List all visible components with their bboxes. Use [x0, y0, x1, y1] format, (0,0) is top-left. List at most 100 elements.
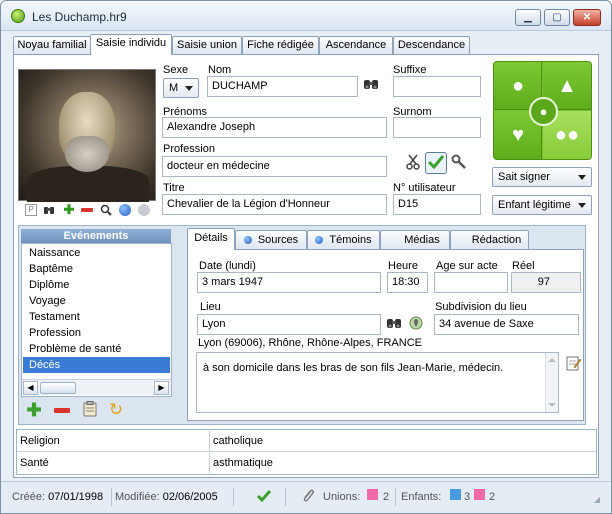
divider — [395, 488, 396, 506]
chevron-down-icon — [578, 203, 586, 208]
wrench-icon[interactable] — [450, 154, 468, 172]
tab-ascendance[interactable]: Ascendance — [319, 36, 393, 54]
tab-details[interactable]: Détails — [187, 228, 235, 250]
tab-redaction-label: Rédaction — [471, 234, 522, 246]
sexe-select[interactable]: M — [163, 78, 199, 98]
profession-label: Profession — [163, 143, 215, 155]
titre-label: Titre — [163, 182, 185, 194]
list-item[interactable]: Voyage — [23, 293, 170, 309]
remove-event-icon[interactable] — [53, 401, 71, 419]
filiation-select[interactable]: Enfant légitime — [492, 195, 592, 215]
date-label: Date (lundi) — [199, 260, 256, 272]
validate-check-icon[interactable] — [425, 152, 447, 174]
list-item[interactable]: Problème de santé — [23, 341, 170, 357]
edit-note-icon[interactable] — [564, 355, 582, 373]
tab-sources[interactable]: Sources — [235, 230, 307, 249]
reel-value: 97 — [511, 272, 581, 293]
app-leaf-icon — [11, 9, 25, 23]
attribute-key: Santé — [20, 453, 210, 473]
enfants-count: Enfants: — [401, 491, 441, 503]
subdivision-field[interactable]: 34 avenue de Saxe — [434, 314, 579, 335]
enfants-boys-value: 3 — [464, 491, 471, 503]
temoins-dot-icon — [315, 236, 324, 244]
validated-check-icon[interactable] — [255, 488, 273, 506]
disabled-photo-icon — [138, 204, 150, 216]
paperclip-icon[interactable] — [299, 488, 317, 506]
scroll-thumb[interactable] — [40, 382, 76, 394]
tab-medias-label: Médias — [404, 234, 440, 246]
close-button[interactable]: ✕ — [573, 9, 601, 26]
female-square-icon — [474, 489, 485, 500]
age-field[interactable] — [434, 272, 508, 293]
titre-field[interactable]: Chevalier de la Légion d'Honneur — [162, 194, 387, 215]
age-label: Age sur acte — [436, 260, 498, 272]
tab-temoins[interactable]: Témoins — [307, 230, 380, 249]
remove-photo-icon[interactable] — [81, 204, 93, 216]
events-title: Evénements — [21, 229, 171, 243]
tab-medias[interactable]: Médias — [380, 230, 450, 249]
events-list[interactable]: Naissance Baptême Diplôme Voyage Testame… — [21, 243, 172, 397]
suffixe-field[interactable] — [393, 76, 481, 97]
tab-fiche-redigee[interactable]: Fiche rédigée — [242, 36, 319, 54]
minimize-button[interactable]: ▁ — [515, 9, 541, 26]
scroll-down-icon[interactable] — [548, 403, 556, 407]
table-row[interactable]: Santé asthmatique — [17, 452, 596, 474]
date-field[interactable]: 3 mars 1947 — [197, 272, 381, 293]
signature-select[interactable]: Sait signer — [492, 167, 592, 187]
tab-sources-label: Sources — [257, 234, 299, 246]
refresh-icon[interactable]: ↻ — [107, 401, 125, 419]
scroll-right-icon[interactable]: ▶ — [154, 381, 169, 395]
event-note-textarea[interactable]: à son domicile dans les bras de son fils… — [196, 352, 559, 413]
scroll-left-icon[interactable]: ◀ — [23, 381, 38, 395]
add-event-icon[interactable]: ✚ — [25, 401, 43, 419]
surnom-field[interactable] — [393, 117, 481, 138]
list-item[interactable]: Diplôme — [23, 277, 170, 293]
profession-field[interactable]: docteur en médecine — [162, 156, 387, 177]
created-value: 07/01/1998 — [48, 491, 104, 503]
window-title: Les Duchamp.hr9 — [32, 10, 127, 24]
maximize-button[interactable]: ▢ — [544, 9, 570, 26]
female-square-icon — [367, 489, 378, 500]
nom-field[interactable]: DUCHAMP — [207, 76, 358, 97]
heure-field[interactable]: 18:30 — [387, 272, 428, 293]
scroll-up-icon[interactable] — [548, 358, 556, 362]
n-utilisateur-field[interactable]: D15 — [393, 194, 481, 215]
lieu-field[interactable]: Lyon — [197, 314, 381, 335]
scissors-icon[interactable] — [404, 154, 422, 172]
list-item[interactable]: Baptême — [23, 261, 170, 277]
attribute-value[interactable]: asthmatique — [213, 453, 273, 473]
portrait-photo[interactable] — [18, 69, 156, 202]
add-photo-icon[interactable]: ✚ — [63, 203, 75, 216]
tab-temoins-label: Témoins — [329, 234, 372, 246]
clipboard-icon[interactable] — [81, 401, 99, 419]
tab-saisie-union[interactable]: Saisie union — [172, 36, 242, 54]
attributes-table: Religion catholique Santé asthmatique — [16, 429, 597, 475]
search-name-binoculars-icon[interactable] — [362, 77, 380, 95]
family-navigator[interactable]: ● ▲ ♥ ●● ● — [493, 61, 592, 160]
tab-redaction[interactable]: Rédaction — [450, 230, 529, 249]
portrait-beard — [65, 136, 109, 172]
enfants-girls-value: 2 — [489, 491, 496, 503]
tab-descendance[interactable]: Descendance — [393, 36, 470, 54]
list-item[interactable]: Testament — [23, 309, 170, 325]
next-photo-icon[interactable] — [119, 204, 131, 216]
zoom-icon[interactable] — [100, 204, 112, 216]
table-row[interactable]: Religion catholique — [17, 430, 596, 452]
prenoms-field[interactable]: Alexandre Joseph — [162, 117, 387, 138]
tab-noyau-familial[interactable]: Noyau familial — [13, 36, 91, 54]
list-item[interactable]: Profession — [23, 325, 170, 341]
list-item-selected[interactable]: Décès — [23, 357, 170, 373]
nom-label: Nom — [208, 64, 232, 76]
resize-grip-icon[interactable]: ◢ — [591, 494, 603, 506]
list-item[interactable]: Naissance — [23, 245, 170, 261]
primary-photo-icon[interactable]: P — [25, 204, 37, 216]
map-pin-icon[interactable] — [407, 316, 425, 334]
tab-saisie-individu[interactable]: Saisie individu — [90, 34, 172, 55]
search-place-binoculars-icon[interactable] — [385, 316, 403, 334]
attribute-value[interactable]: catholique — [213, 431, 263, 451]
unions-value: 2 — [383, 491, 390, 503]
binoculars-icon[interactable] — [43, 204, 55, 216]
note-vertical-scrollbar[interactable] — [545, 353, 558, 412]
family-group-icon[interactable]: ● — [529, 97, 558, 126]
events-horizontal-scrollbar[interactable]: ◀ ▶ — [22, 379, 171, 395]
